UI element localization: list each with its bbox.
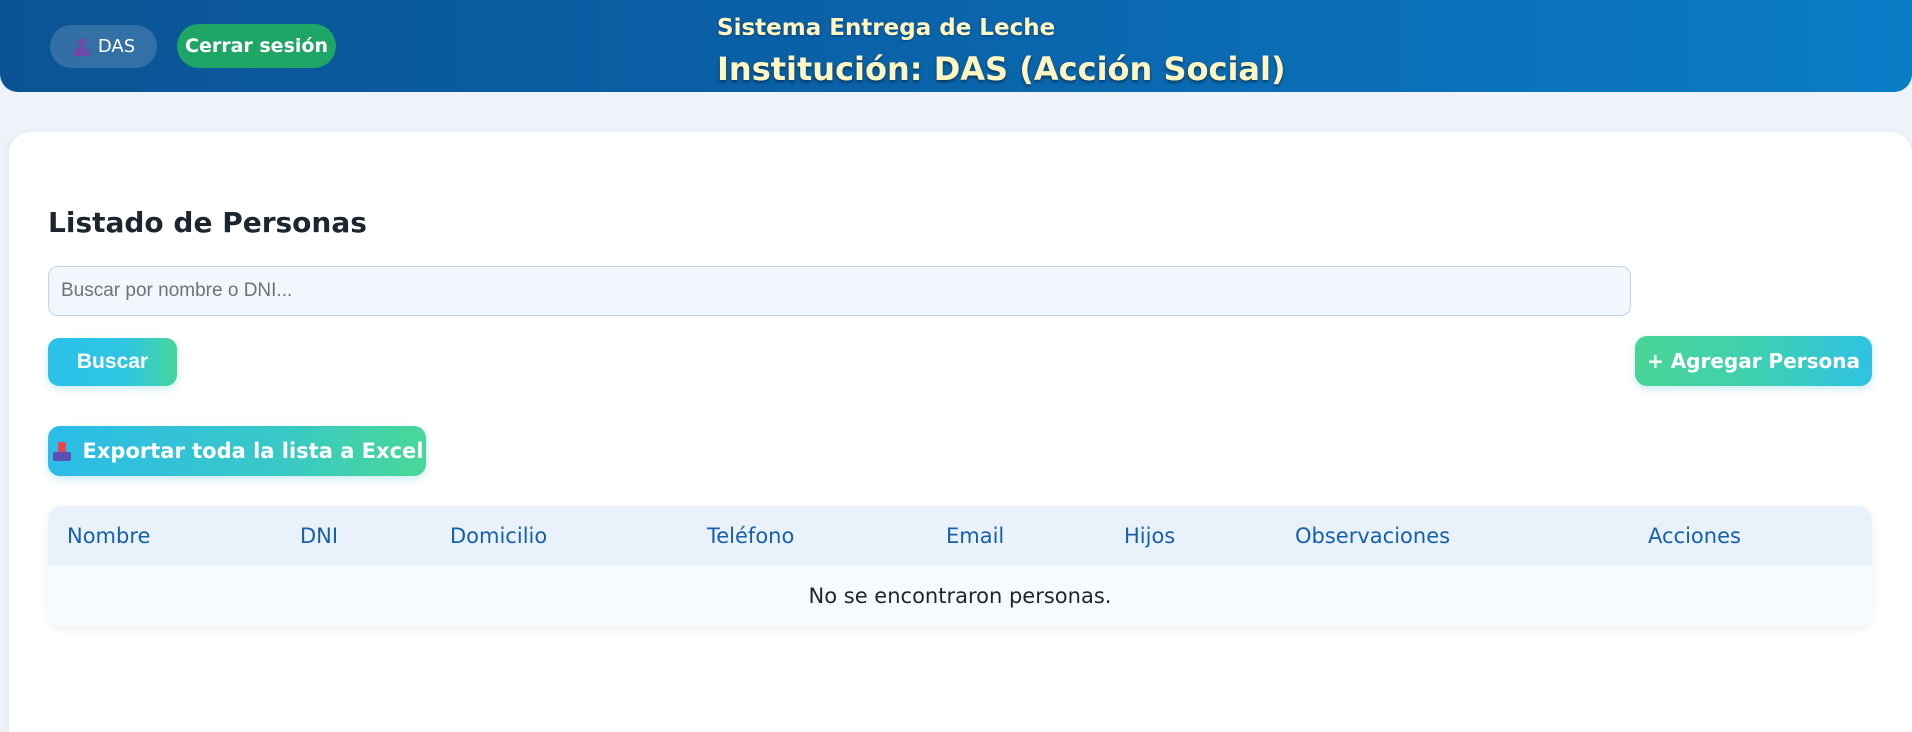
logout-button[interactable]: Cerrar sesión — [177, 24, 336, 68]
column-header-telefono: Teléfono — [707, 524, 795, 548]
export-excel-button[interactable]: Exportar toda la lista a Excel — [48, 426, 426, 476]
institution-title: Institución: DAS (Acción Social) — [717, 50, 1286, 88]
column-header-dni: DNI — [300, 524, 339, 548]
column-header-nombre: Nombre — [67, 524, 151, 548]
column-header-acciones: Acciones — [1648, 524, 1741, 548]
column-header-email: Email — [946, 524, 1005, 548]
table-row: No se encontraron personas. — [48, 566, 1872, 626]
export-button-label: Exportar toda la lista a Excel — [82, 439, 424, 463]
add-person-button[interactable]: + Agregar Persona — [1635, 336, 1872, 386]
system-title: Sistema Entrega de Leche — [717, 15, 1056, 41]
app-header: DAS Cerrar sesión Sistema Entrega de Lec… — [0, 0, 1912, 92]
column-header-hijos: Hijos — [1124, 524, 1176, 548]
column-header-observaciones: Observaciones — [1295, 524, 1451, 548]
user-icon — [72, 37, 90, 57]
user-name: DAS — [97, 36, 136, 57]
search-button[interactable]: Buscar — [48, 338, 177, 386]
inbox-tray-icon — [51, 440, 73, 462]
search-input[interactable] — [48, 266, 1631, 316]
page-title: Listado de Personas — [48, 206, 367, 239]
user-badge[interactable]: DAS — [50, 25, 157, 68]
table-header-row: Nombre DNI Domicilio Teléfono Email Hijo… — [48, 506, 1872, 566]
empty-table-message: No se encontraron personas. — [808, 583, 1112, 608]
people-table: Nombre DNI Domicilio Teléfono Email Hijo… — [48, 506, 1872, 626]
column-header-domicilio: Domicilio — [450, 524, 548, 548]
